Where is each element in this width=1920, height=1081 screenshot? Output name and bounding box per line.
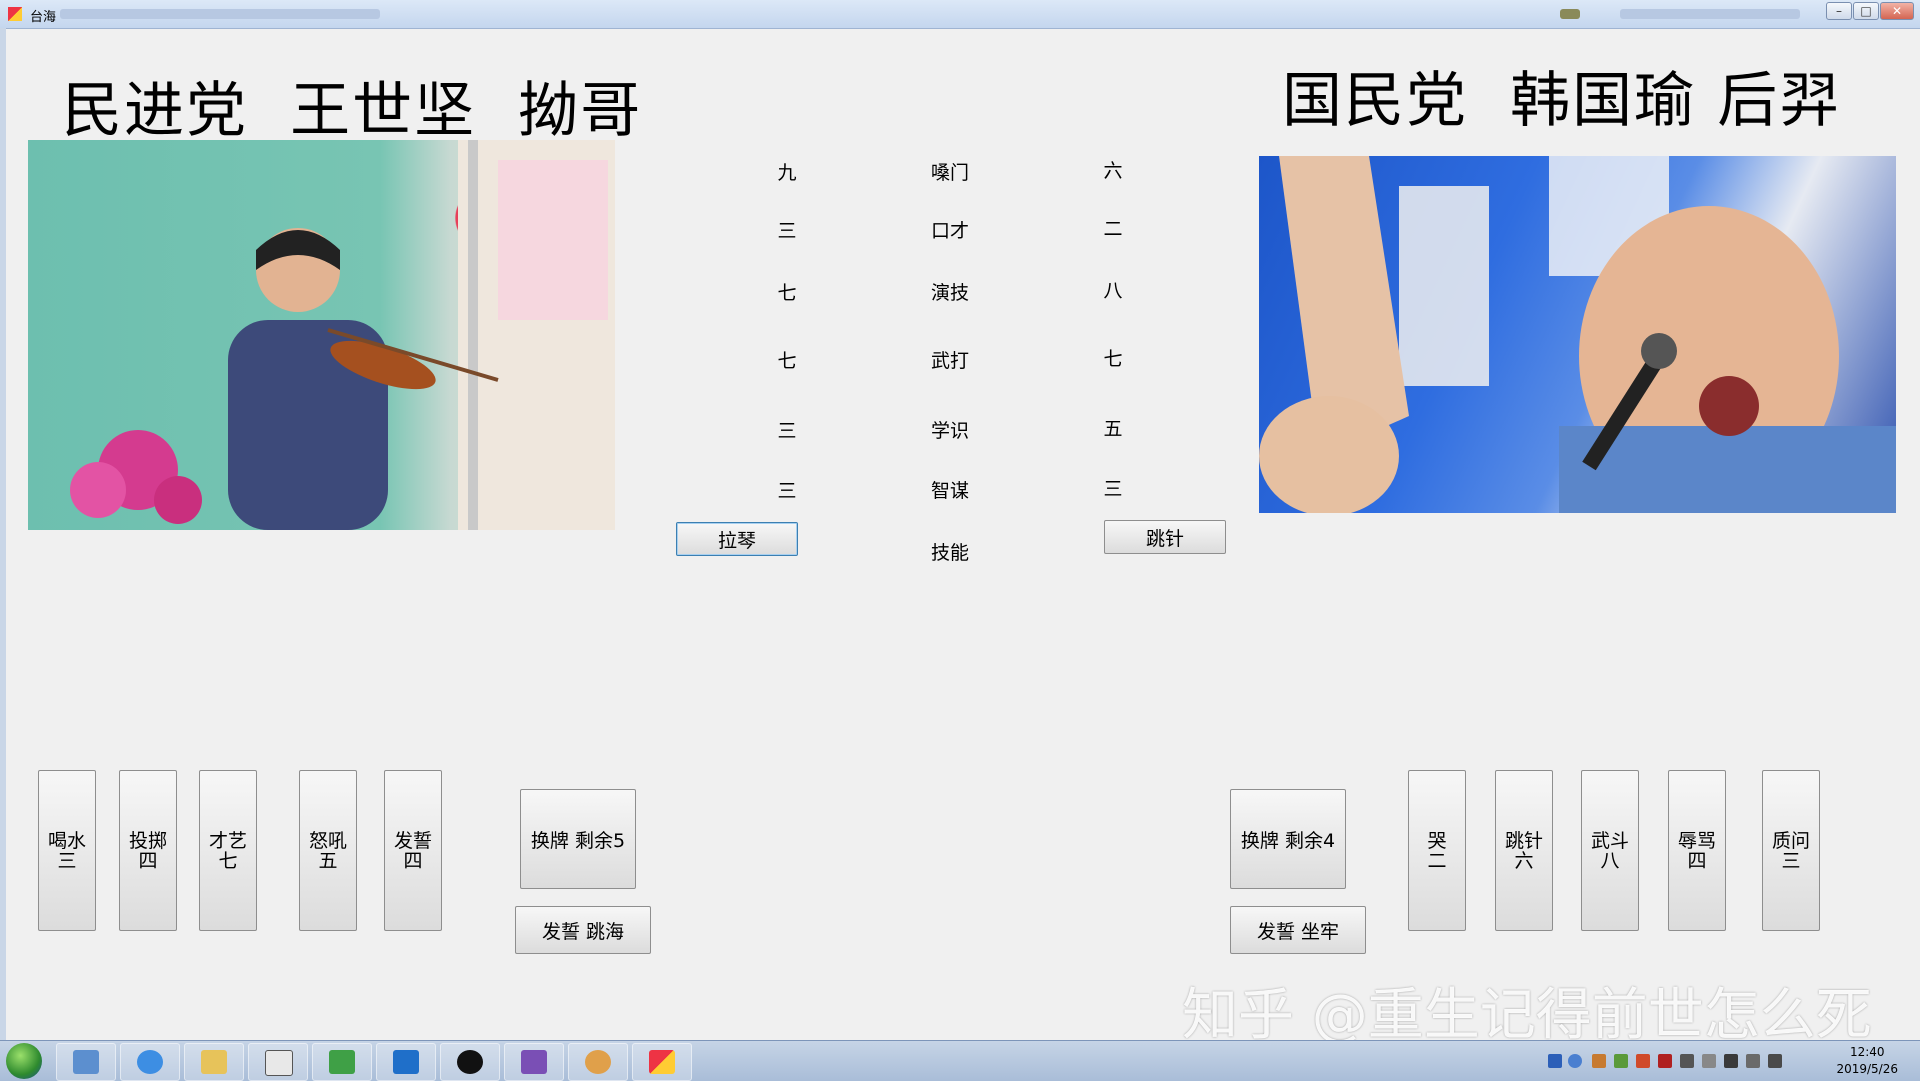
taskbar-item-maxthon[interactable] <box>376 1043 436 1081</box>
title-bar: 台海 – □ ✕ <box>0 0 1920 29</box>
clock-time: 12:40 <box>1849 1045 1885 1059</box>
card-value: 四 <box>1687 849 1707 872</box>
stat-label-skill: 技能 <box>930 542 969 564</box>
right-card-fight[interactable]: 武斗 八 <box>1581 770 1639 931</box>
card-name: 才艺 <box>208 829 247 852</box>
right-stat-martial: 七 <box>1103 348 1123 370</box>
left-card-talent[interactable]: 才艺 七 <box>199 770 257 931</box>
card-name: 发誓 <box>393 829 432 852</box>
right-stat-eloquence: 二 <box>1103 218 1123 240</box>
right-player-photo <box>1259 156 1896 513</box>
right-card-question[interactable]: 质问 三 <box>1762 770 1820 931</box>
taskbar-item-paint[interactable] <box>568 1043 628 1081</box>
taskbar-item-visual-studio[interactable] <box>504 1043 564 1081</box>
card-name: 喝水 <box>47 829 86 852</box>
close-button[interactable]: ✕ <box>1880 2 1914 20</box>
taskbar-item-folder[interactable] <box>184 1043 244 1081</box>
left-stat-voice: 九 <box>777 162 797 184</box>
left-card-throw[interactable]: 投掷 四 <box>119 770 177 931</box>
right-card-insult[interactable]: 辱骂 四 <box>1668 770 1726 931</box>
left-card-oath[interactable]: 发誓 四 <box>384 770 442 931</box>
left-stat-knowledge: 三 <box>777 420 797 442</box>
card-name: 跳针 <box>1504 829 1543 852</box>
left-player-photo <box>28 140 615 530</box>
toolbar-icon <box>1560 9 1580 19</box>
card-value: 二 <box>1427 849 1447 872</box>
right-player-heading: 国民党 韩国瑜 后羿 <box>1282 66 1842 136</box>
tray-volume-icon[interactable] <box>1746 1054 1760 1068</box>
tray-shield-icon[interactable] <box>1636 1054 1650 1068</box>
taskbar: 12:40 2019/5/26 <box>0 1040 1920 1081</box>
card-name: 怒吼 <box>308 829 347 852</box>
tray-signal-icon[interactable] <box>1768 1054 1782 1068</box>
tray-pdf-icon[interactable] <box>1658 1054 1672 1068</box>
window-border <box>0 28 6 1040</box>
left-stat-martial: 七 <box>777 350 797 372</box>
left-card-drink[interactable]: 喝水 三 <box>38 770 96 931</box>
right-stat-knowledge: 五 <box>1103 418 1123 440</box>
right-stat-strategy: 三 <box>1103 478 1123 500</box>
right-skill-button[interactable]: 跳针 <box>1104 520 1226 554</box>
maximize-button[interactable]: □ <box>1853 2 1879 20</box>
right-swap-button[interactable]: 换牌 剩余4 <box>1230 789 1346 889</box>
tray-flag-icon[interactable] <box>1724 1054 1738 1068</box>
card-value: 七 <box>218 849 238 872</box>
tray-network-icon[interactable] <box>1614 1054 1628 1068</box>
card-value: 三 <box>1781 849 1801 872</box>
stat-label-acting: 演技 <box>930 282 969 304</box>
card-value: 六 <box>1514 849 1534 872</box>
tray-help-icon[interactable] <box>1568 1054 1582 1068</box>
tray-app-icon[interactable] <box>1592 1054 1606 1068</box>
right-stat-acting: 八 <box>1103 280 1123 302</box>
clock-date: 2019/5/26 <box>1836 1062 1898 1076</box>
right-card-repeat[interactable]: 跳针 六 <box>1495 770 1553 931</box>
card-name: 投掷 <box>128 829 167 852</box>
blurred-title-text <box>60 9 380 19</box>
card-value: 四 <box>138 849 158 872</box>
taskbar-item-database[interactable] <box>248 1043 308 1081</box>
card-name: 辱骂 <box>1677 829 1716 852</box>
taskbar-item-ie[interactable] <box>120 1043 180 1081</box>
right-stat-voice: 六 <box>1103 160 1123 182</box>
tray-device-icon[interactable] <box>1702 1054 1716 1068</box>
start-button[interactable] <box>6 1043 42 1079</box>
taskbar-clock[interactable]: 12:40 2019/5/26 <box>1836 1044 1898 1078</box>
tray-check-icon[interactable] <box>1548 1054 1562 1068</box>
left-skill-button[interactable]: 拉琴 <box>676 522 798 556</box>
window-title: 台海 <box>30 10 57 25</box>
taskbar-item-spreadsheet[interactable] <box>312 1043 372 1081</box>
stat-label-knowledge: 学识 <box>930 420 969 442</box>
right-card-cry[interactable]: 哭 二 <box>1408 770 1466 931</box>
right-oath-button[interactable]: 发誓 坐牢 <box>1230 906 1366 954</box>
tray-user-icon[interactable] <box>1680 1054 1694 1068</box>
left-stat-acting: 七 <box>777 282 797 304</box>
minimize-button[interactable]: – <box>1826 2 1852 20</box>
card-value: 五 <box>318 849 338 872</box>
taskbar-item-app[interactable] <box>632 1043 692 1081</box>
card-name: 武斗 <box>1590 829 1629 852</box>
left-swap-button[interactable]: 换牌 剩余5 <box>520 789 636 889</box>
blurred-search-box <box>1620 9 1800 19</box>
left-card-roar[interactable]: 怒吼 五 <box>299 770 357 931</box>
left-player-heading: 民进党 王世坚 拗哥 <box>62 76 643 146</box>
card-value: 三 <box>57 849 77 872</box>
left-stat-strategy: 三 <box>777 480 797 502</box>
taskbar-item-media[interactable] <box>440 1043 500 1081</box>
card-name: 质问 <box>1771 829 1810 852</box>
left-oath-button[interactable]: 发誓 跳海 <box>515 906 651 954</box>
watermark: 知乎 @重生记得前世怎么死 <box>1182 983 1872 1048</box>
stat-label-strategy: 智谋 <box>930 480 969 502</box>
card-value: 四 <box>403 849 423 872</box>
taskbar-item-explorer-window[interactable] <box>56 1043 116 1081</box>
stat-label-eloquence: 口才 <box>930 220 969 242</box>
card-value: 八 <box>1600 849 1620 872</box>
stat-label-voice: 嗓门 <box>930 162 969 184</box>
left-stat-eloquence: 三 <box>777 220 797 242</box>
app-icon <box>8 7 22 21</box>
card-name: 哭 <box>1427 829 1447 852</box>
stat-label-martial: 武打 <box>930 350 969 372</box>
